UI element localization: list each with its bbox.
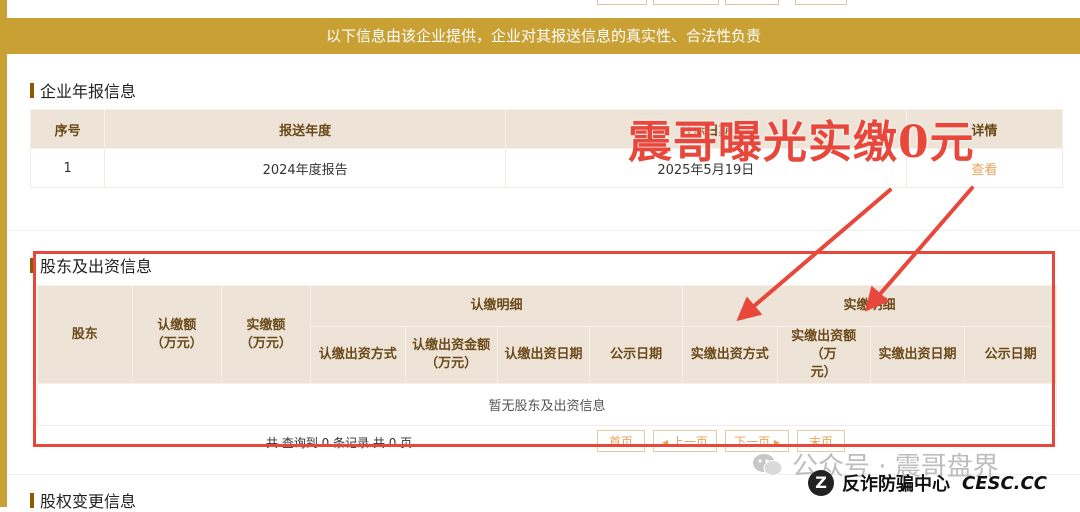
brand-logo-icon: Z bbox=[808, 470, 834, 496]
arrow-to-paid-method bbox=[736, 188, 892, 322]
brand-site: CESC.CC bbox=[962, 472, 1047, 494]
brand-footer: Z 反诈防骗中心 CESC.CC bbox=[808, 470, 1047, 496]
wechat-icon bbox=[752, 452, 784, 478]
overlay-annotation-title: 震哥曝光实缴0元 bbox=[628, 117, 975, 168]
arrow-to-paid-detail bbox=[864, 186, 974, 312]
annotation-arrows bbox=[736, 186, 974, 322]
brand-name: 反诈防骗中心 bbox=[842, 474, 950, 495]
